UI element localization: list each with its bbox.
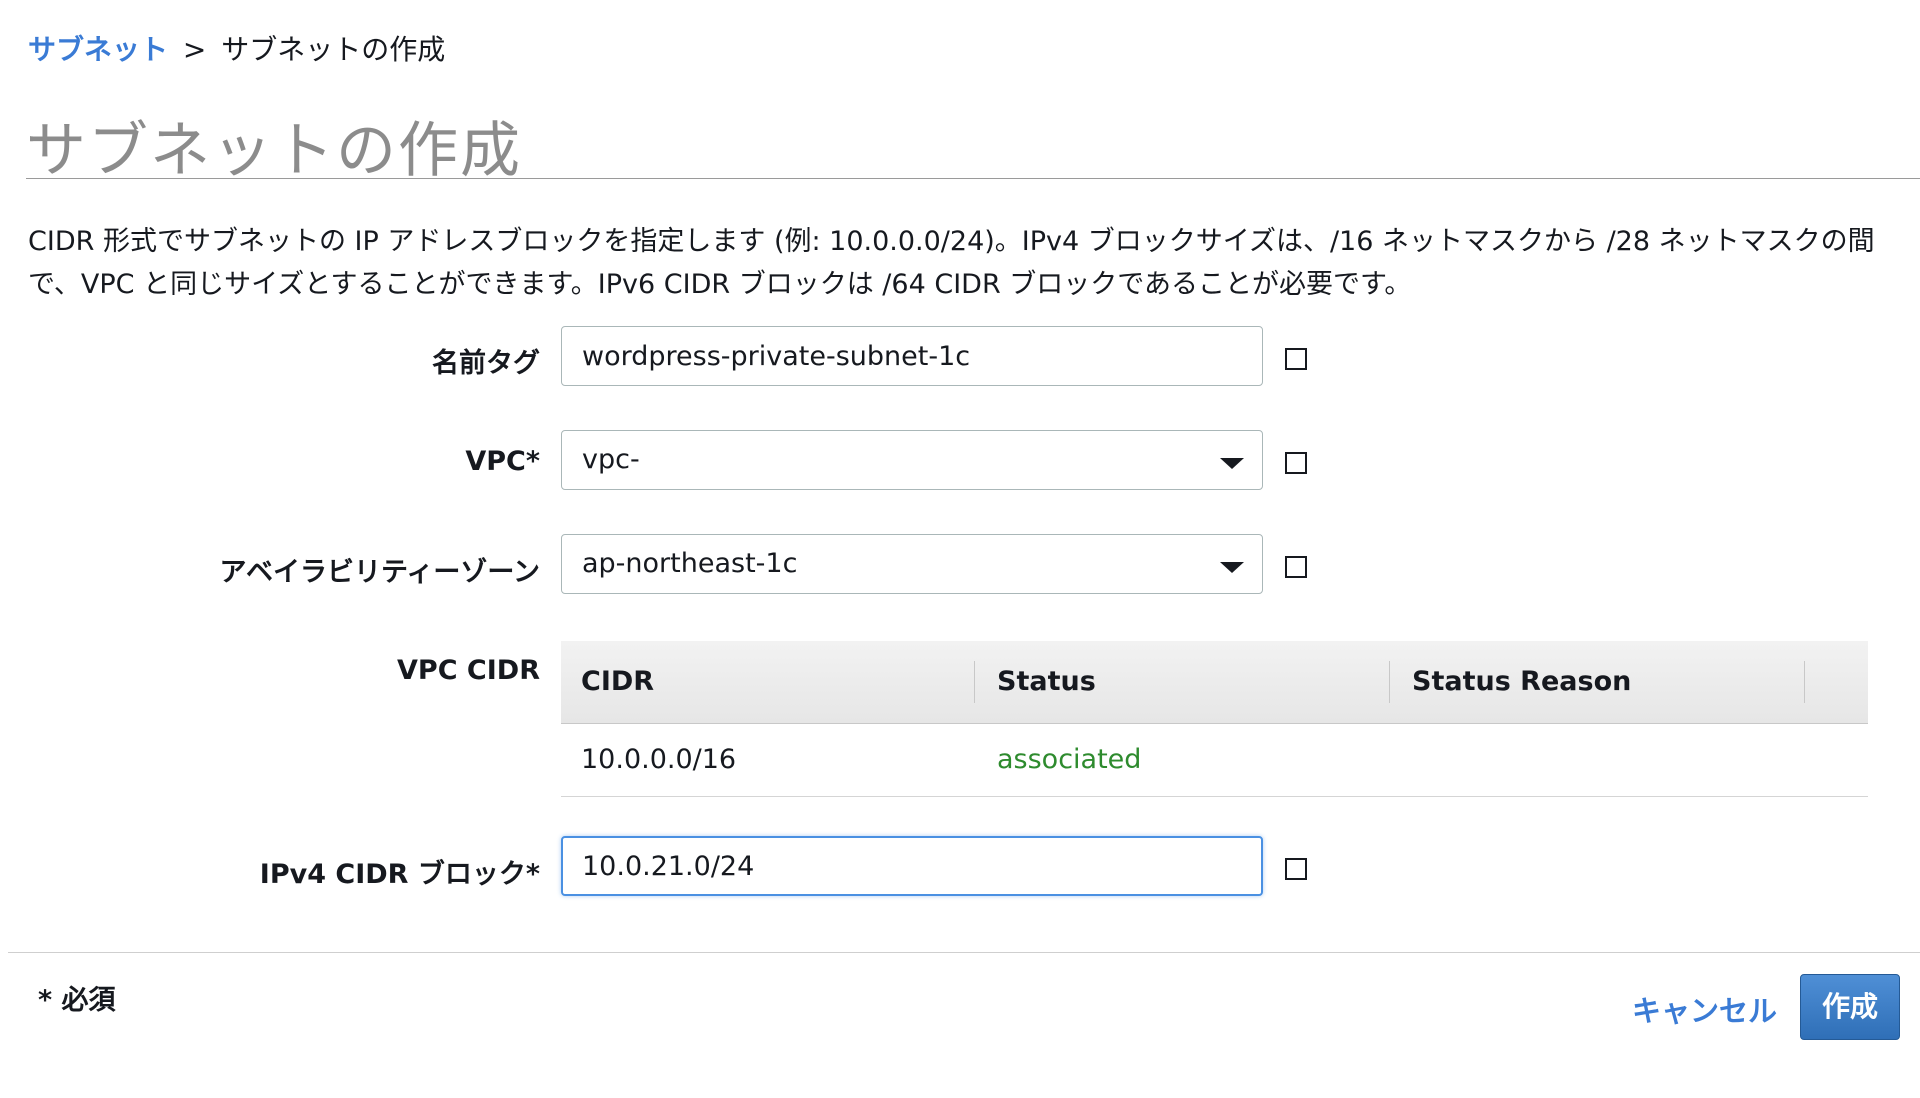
ipv4-cidr-label: IPv4 CIDR ブロック*	[259, 859, 540, 890]
ipv4-cidr-input[interactable]	[561, 836, 1263, 896]
chevron-down-icon	[1220, 458, 1244, 469]
column-header-status[interactable]: Status	[977, 641, 1096, 723]
status-cell: associated	[997, 744, 1142, 775]
availability-zone-select[interactable]: ap-northeast-1c	[561, 534, 1263, 594]
cancel-button[interactable]: キャンセル	[1632, 988, 1777, 1030]
availability-zone-label: アベイラビリティーゾーン	[219, 557, 541, 588]
vpc-cidr-label: VPC CIDR	[397, 655, 540, 686]
column-header-status-reason[interactable]: Status Reason	[1392, 641, 1631, 723]
cidr-cell: 10.0.0.0/16	[581, 744, 737, 775]
vpc-info-icon[interactable]	[1285, 452, 1307, 474]
table-row: 10.0.0.0/16 associated	[561, 724, 1868, 797]
footer-divider	[8, 952, 1920, 953]
table-header: CIDR Status Status Reason	[561, 641, 1868, 724]
page-title: サブネットの作成	[26, 116, 522, 186]
ipv4-cidr-info-icon[interactable]	[1285, 858, 1307, 880]
name-tag-info-icon[interactable]	[1285, 348, 1307, 370]
breadcrumb-link-subnets[interactable]: サブネット	[28, 33, 168, 66]
page-description: CIDR 形式でサブネットの IP アドレスブロックを指定します (例: 10.…	[28, 226, 1875, 300]
column-divider	[1389, 661, 1390, 703]
column-header-cidr[interactable]: CIDR	[561, 641, 654, 723]
required-note: * 必須	[38, 985, 116, 1016]
vpc-cidr-table: CIDR Status Status Reason 10.0.0.0/16 as…	[561, 641, 1868, 797]
vpc-select-value: vpc-	[582, 444, 640, 475]
vpc-label: VPC*	[465, 446, 540, 477]
breadcrumb: サブネット > サブネットの作成	[28, 28, 445, 68]
breadcrumb-separator: >	[182, 33, 207, 66]
chevron-down-icon	[1220, 562, 1244, 573]
breadcrumb-current: サブネットの作成	[221, 33, 446, 66]
name-tag-input[interactable]	[561, 326, 1263, 386]
column-divider	[974, 661, 975, 703]
column-divider	[1804, 661, 1805, 703]
create-button[interactable]: 作成	[1800, 974, 1900, 1040]
availability-zone-info-icon[interactable]	[1285, 556, 1307, 578]
vpc-select[interactable]: vpc-	[561, 430, 1263, 490]
availability-zone-select-value: ap-northeast-1c	[582, 548, 798, 579]
title-divider	[26, 178, 1920, 179]
name-tag-label: 名前タグ	[432, 348, 540, 379]
